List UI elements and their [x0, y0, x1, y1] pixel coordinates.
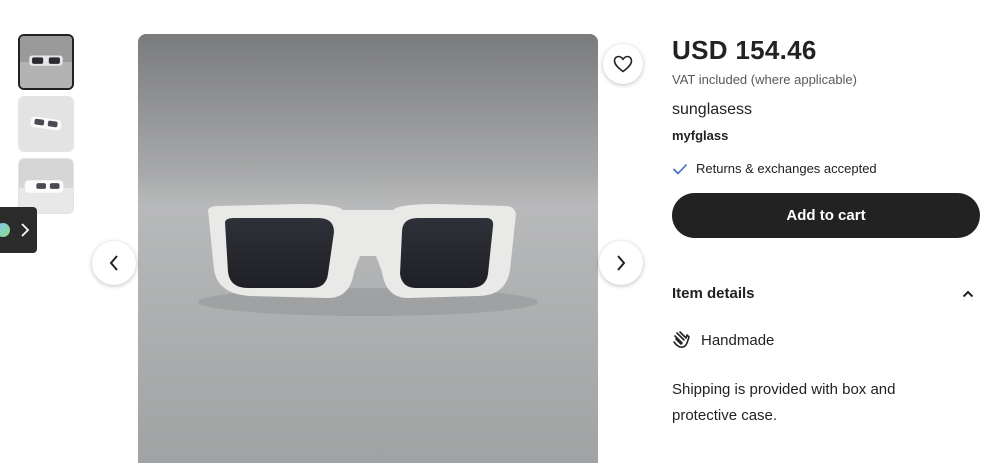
checkmark-icon [672, 163, 688, 175]
thumbnail-2[interactable] [18, 96, 74, 152]
price: USD 154.46 [672, 35, 817, 65]
returns-text: Returns & exchanges accepted [696, 161, 877, 176]
thumbnail-strip [18, 34, 76, 220]
heart-icon [613, 55, 633, 73]
product-info-panel: USD 154.46 VAT included (where applicabl… [672, 34, 980, 429]
chevron-right-icon [617, 255, 626, 271]
thumbnail-3[interactable] [18, 158, 74, 214]
chevron-up-icon [962, 290, 974, 297]
handmade-row: Handmade [672, 330, 980, 350]
chevron-right-small-icon [21, 223, 30, 237]
favorite-button[interactable] [603, 44, 643, 84]
item-details-toggle[interactable]: Item details [672, 285, 980, 302]
item-description: Shipping is provided with box and protec… [672, 381, 896, 424]
shop-name-link[interactable]: myfglass [672, 128, 980, 143]
next-image-button[interactable] [599, 241, 643, 285]
item-details-heading: Item details [672, 285, 755, 302]
previous-image-button[interactable] [92, 241, 136, 285]
product-photo [138, 34, 598, 463]
vat-note: VAT included (where applicable) [672, 72, 857, 87]
hand-wave-icon [673, 331, 690, 348]
globe-icon [0, 223, 10, 237]
returns-policy: Returns & exchanges accepted [672, 161, 980, 176]
side-tab[interactable] [0, 207, 37, 253]
product-title: sunglasess [672, 101, 753, 118]
thumbnail-1[interactable] [18, 34, 74, 90]
add-to-cart-button[interactable]: Add to cart [672, 193, 980, 238]
chevron-left-icon [109, 255, 118, 271]
handmade-label: Handmade [701, 331, 775, 349]
